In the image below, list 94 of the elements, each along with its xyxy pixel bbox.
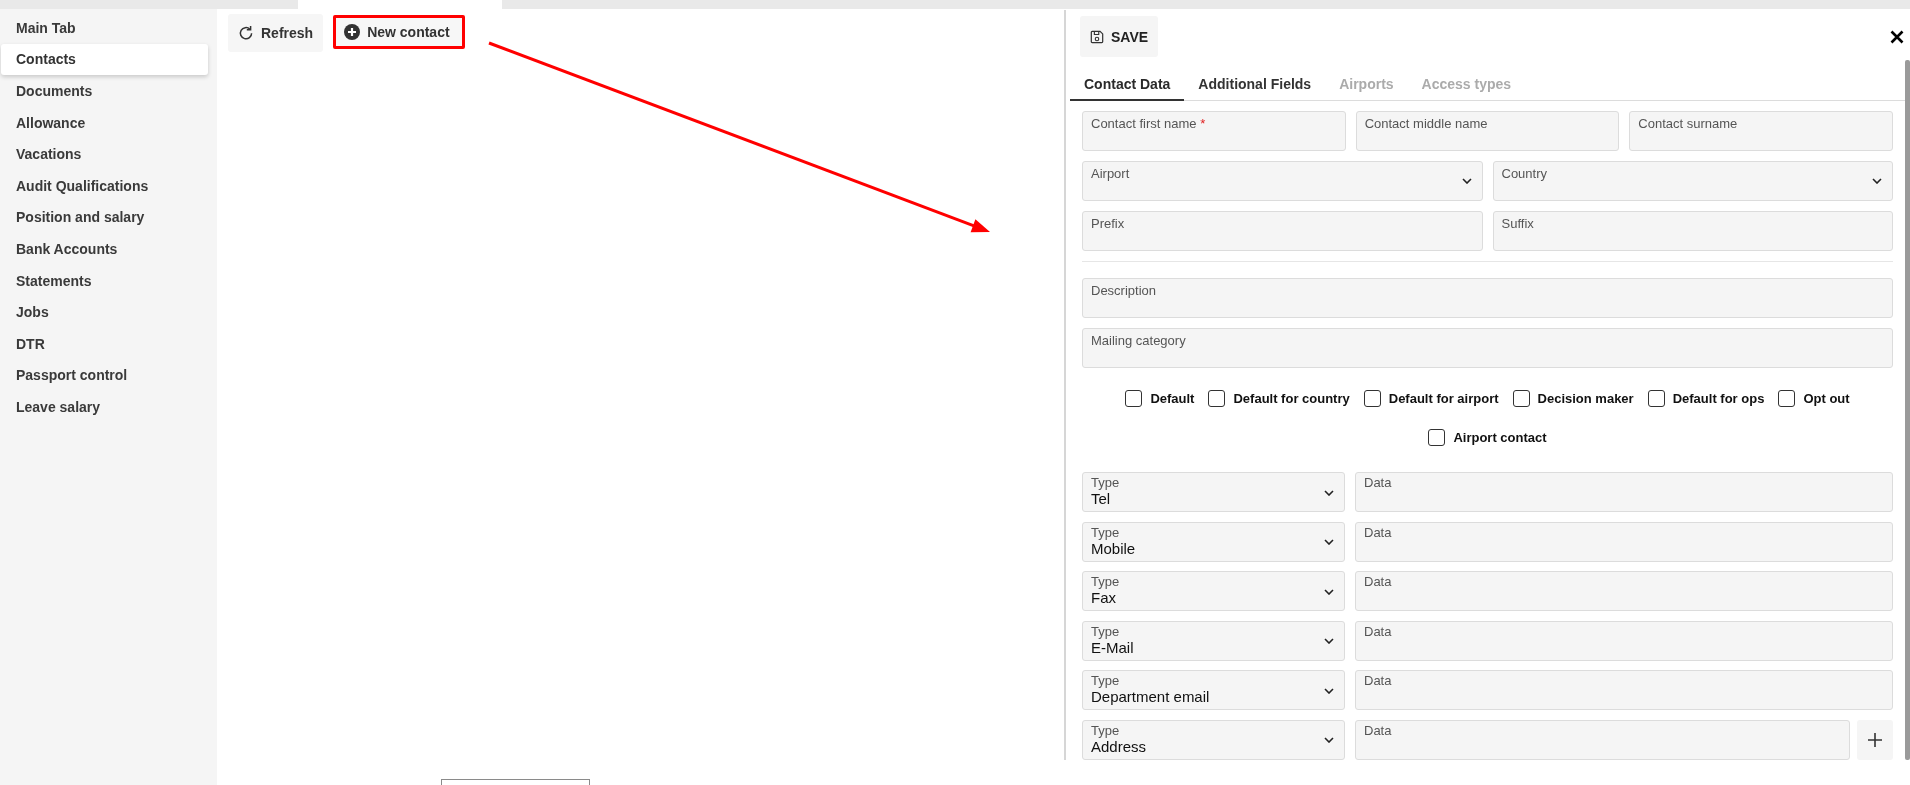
selected-value: Department email (1091, 688, 1210, 707)
field-label: Mailing category (1091, 333, 1186, 349)
checkbox-label: Default (1150, 390, 1195, 406)
selected-value: Fax (1091, 589, 1116, 608)
select-field[interactable]: Type Address (1082, 719, 1345, 760)
select-field[interactable]: Airport (1082, 161, 1483, 201)
field-label: Data (1364, 674, 1392, 689)
field-label: Data (1364, 476, 1392, 490)
checkbox-label: Default for country (1233, 390, 1350, 406)
field-label: Type (1091, 723, 1120, 738)
chevron-down-icon (1324, 588, 1334, 595)
checkbox[interactable] (1125, 389, 1143, 407)
checkbox-label: Default for airport (1388, 390, 1499, 406)
field-label: Type (1091, 674, 1120, 689)
sidebar-item[interactable]: Position and salary (1, 201, 208, 234)
text-field[interactable]: Data (1355, 472, 1893, 512)
select-field[interactable]: Type Tel (1082, 472, 1345, 512)
checkbox[interactable] (1512, 389, 1530, 407)
text-field[interactable]: Data (1355, 620, 1893, 661)
checkbox[interactable] (1647, 389, 1665, 407)
save-button[interactable]: SAVE (1080, 16, 1159, 57)
text-field[interactable]: Data (1355, 719, 1850, 760)
field-label: Data (1364, 525, 1392, 540)
field-label: Type (1091, 476, 1120, 490)
text-field[interactable]: Suffix (1492, 211, 1893, 251)
field-label: Suffix (1501, 216, 1534, 232)
text-field[interactable]: Contact surname (1629, 111, 1893, 151)
field-label: Prefix (1091, 216, 1125, 232)
text-field[interactable]: Mailing category (1082, 328, 1893, 368)
refresh-button[interactable]: Refresh (228, 14, 324, 52)
chevron-down-icon (1324, 638, 1334, 645)
refresh-icon (238, 25, 254, 41)
field-label: Description (1091, 283, 1157, 299)
sidebar-item[interactable]: DTR (1, 327, 208, 360)
chevron-down-icon (1324, 539, 1334, 546)
select-field[interactable]: Type Mobile (1082, 521, 1345, 562)
text-field[interactable]: Data (1355, 670, 1893, 711)
field-label: Country (1501, 166, 1548, 182)
text-field[interactable]: Data (1355, 521, 1893, 562)
selected-value: Address (1091, 737, 1147, 756)
checkbox[interactable] (1428, 428, 1446, 446)
sidebar-item[interactable]: Contacts (1, 43, 208, 76)
chevron-down-icon (1324, 489, 1334, 496)
field-label: Type (1091, 525, 1120, 540)
checkbox[interactable] (1363, 389, 1381, 407)
checkbox-label: Airport contact (1453, 429, 1547, 445)
select-field[interactable]: Type Fax (1082, 571, 1345, 612)
checkbox-label: Opt out (1803, 390, 1850, 406)
sidebar-item[interactable]: Audit Qualifications (1, 169, 208, 202)
field-label: Contact first name * (1091, 116, 1206, 132)
field-label: Data (1364, 575, 1392, 590)
field-label: Contact surname (1638, 116, 1738, 132)
text-field[interactable]: Data (1355, 571, 1893, 612)
sidebar-item[interactable]: Statements (1, 264, 208, 297)
text-field[interactable]: Contact middle name (1355, 111, 1620, 151)
sidebar-item[interactable]: Documents (1, 75, 208, 107)
plus-circle-icon (344, 24, 361, 40)
text-field[interactable]: Contact first name * (1082, 111, 1346, 151)
scrollbar-thumb[interactable] (1905, 60, 1910, 760)
text-field[interactable]: Prefix (1082, 211, 1483, 251)
select-field[interactable]: Type E-Mail (1082, 620, 1345, 661)
field-label: Contact middle name (1364, 116, 1488, 132)
checkbox[interactable] (1208, 389, 1226, 407)
field-label: Airport (1091, 166, 1130, 182)
sidebar-item[interactable]: Leave salary (1, 391, 208, 423)
field-label: Data (1364, 624, 1392, 639)
checkbox-label: Decision maker (1537, 390, 1634, 406)
select-field[interactable]: Country (1492, 161, 1893, 201)
field-label: Type (1091, 575, 1120, 590)
sidebar-item[interactable]: Jobs (1, 296, 208, 328)
selected-value: Tel (1091, 490, 1111, 508)
add-button[interactable] (1857, 719, 1893, 760)
new-contact-button[interactable]: New contact (333, 15, 465, 49)
close-icon[interactable] (1890, 29, 1904, 44)
field-label: Type (1091, 624, 1120, 639)
checkbox-label: Default for ops (1672, 390, 1765, 406)
sidebar-item[interactable]: Vacations (1, 138, 208, 170)
selected-value: E-Mail (1091, 638, 1134, 657)
sidebar-item[interactable]: Bank Accounts (1, 233, 208, 265)
tab[interactable]: Contact Data (1070, 66, 1185, 101)
chevron-down-icon (1324, 737, 1334, 744)
tab[interactable]: Additional Fields (1184, 66, 1326, 101)
chevron-down-icon (1872, 178, 1882, 184)
chevron-down-icon (1461, 178, 1472, 184)
sidebar-item[interactable]: Main Tab (1, 12, 208, 44)
sidebar-item[interactable]: Passport control (1, 359, 208, 392)
checkbox[interactable] (1778, 389, 1796, 407)
text-field[interactable]: Description (1082, 278, 1893, 318)
selected-value: Mobile (1091, 539, 1136, 558)
plus-icon (1868, 732, 1882, 747)
select-field[interactable]: Type Department email (1082, 670, 1345, 711)
field-label: Data (1364, 723, 1392, 738)
sidebar-item[interactable]: Allowance (1, 106, 208, 139)
chevron-down-icon (1324, 687, 1334, 694)
